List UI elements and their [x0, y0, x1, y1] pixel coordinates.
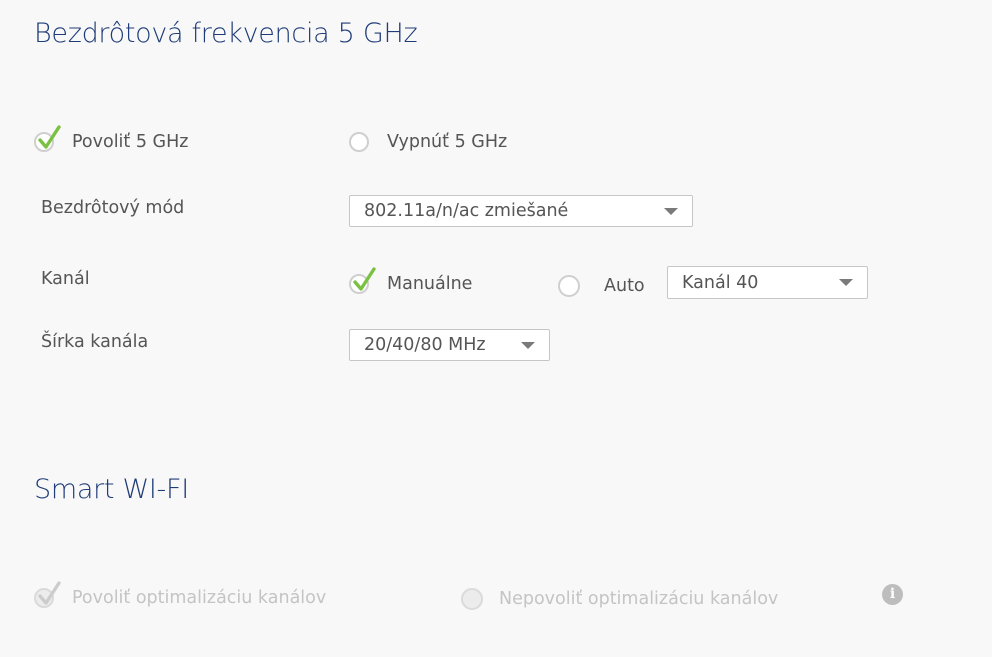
dropdown-caret-icon	[664, 208, 678, 215]
channel-auto-label: Auto	[604, 276, 645, 296]
channel-width-select[interactable]: 20/40/80 MHz	[349, 329, 550, 361]
channel-label: Kanál	[41, 269, 90, 289]
disable-channel-optimization-radio[interactable]: Nepovoliť optimalizáciu kanálov	[461, 588, 778, 610]
channel-manual-radio[interactable]: Manuálne	[349, 267, 473, 294]
section-title-5ghz: Bezdrôtová frekvencia 5 GHz	[34, 18, 418, 49]
radio-empty-circle	[349, 132, 369, 152]
radio-checked-circle	[349, 267, 376, 294]
radio-checked-circle	[34, 581, 61, 608]
checkmark-icon	[38, 125, 61, 149]
disable-5ghz-label: Vypnúť 5 GHz	[387, 132, 508, 152]
section-title-smart-wifi: Smart WI-FI	[34, 474, 189, 505]
radio-empty-circle	[558, 275, 580, 297]
dropdown-caret-icon	[521, 342, 535, 349]
dropdown-caret-icon	[839, 279, 853, 286]
radio-checked-circle	[34, 125, 61, 152]
enable-channel-optimization-radio[interactable]: Povoliť optimalizáciu kanálov	[34, 581, 327, 608]
wireless-mode-label: Bezdrôtový mód	[41, 198, 185, 218]
wireless-mode-value: 802.11a/n/ac zmiešané	[364, 201, 569, 221]
wireless-settings-page: Bezdrôtová frekvencia 5 GHz Povoliť 5 GH…	[0, 0, 992, 657]
disable-5ghz-radio[interactable]: Vypnúť 5 GHz	[349, 132, 507, 152]
channel-select[interactable]: Kanál 40	[667, 266, 868, 299]
channel-width-label: Šírka kanála	[41, 332, 149, 352]
radio-empty-circle	[461, 588, 483, 610]
info-icon[interactable]: i	[882, 584, 903, 605]
channel-manual-label: Manuálne	[387, 274, 473, 294]
enable-5ghz-radio[interactable]: Povoliť 5 GHz	[34, 125, 189, 152]
disable-channel-optimization-label: Nepovoliť optimalizáciu kanálov	[499, 589, 779, 609]
enable-channel-optimization-label: Povoliť optimalizáciu kanálov	[72, 588, 327, 608]
channel-value: Kanál 40	[682, 272, 759, 293]
enable-5ghz-label: Povoliť 5 GHz	[72, 132, 189, 152]
checkmark-icon	[353, 267, 376, 291]
wireless-mode-select[interactable]: 802.11a/n/ac zmiešané	[349, 195, 693, 227]
channel-auto-radio[interactable]: Auto	[558, 275, 645, 297]
channel-width-value: 20/40/80 MHz	[364, 335, 486, 355]
checkmark-icon	[38, 581, 61, 605]
